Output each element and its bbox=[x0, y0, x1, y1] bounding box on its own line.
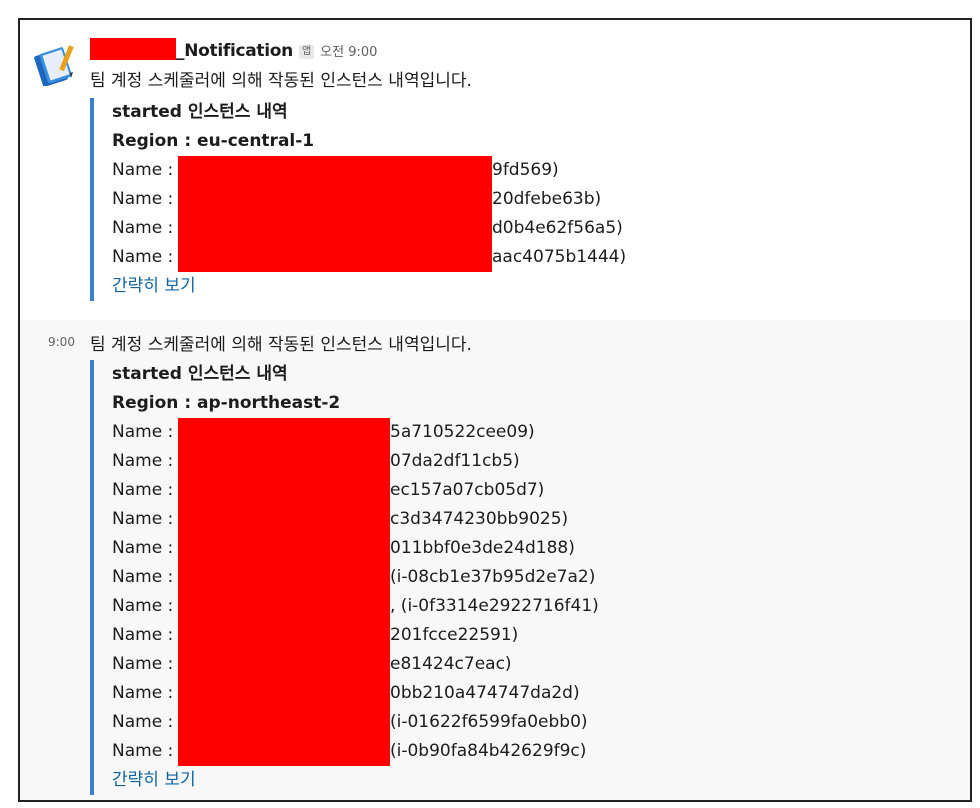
name-label: Name : bbox=[112, 422, 174, 442]
slack-message-pane: _Notification 앱 오전 9:00 팀 계정 스케줄러에 의해 작동된 … bbox=[18, 18, 972, 802]
redacted-instance-name bbox=[178, 214, 492, 243]
message-time[interactable]: 9:00 bbox=[48, 335, 75, 349]
instance-row: Name : (i-08cb1e37b95d2e7a2) bbox=[112, 563, 950, 592]
instance-id: c3d3474230bb9025) bbox=[390, 509, 569, 529]
instance-row: Name : (i-0b90fa84b42629f9c) bbox=[112, 737, 950, 766]
instance-id: 0bb210a474747da2d) bbox=[390, 683, 580, 703]
attachment: started 인스턴스 내역 Region : eu-central-1 Na… bbox=[90, 98, 950, 301]
name-label: Name : bbox=[112, 247, 174, 267]
name-label: Name : bbox=[112, 451, 174, 471]
redacted-instance-name bbox=[178, 621, 390, 650]
instance-id: 5a710522cee09) bbox=[390, 422, 535, 442]
instance-row: Name : , (i-0f3314e2922716f41) bbox=[112, 592, 950, 621]
instance-id: 201fcce22591) bbox=[390, 625, 519, 645]
redacted-instance-name bbox=[178, 563, 390, 592]
message-timestamp[interactable]: 오전 9:00 bbox=[320, 45, 377, 60]
instance-id: (i-08cb1e37b95d2e7a2) bbox=[390, 567, 596, 587]
name-label: Name : bbox=[112, 538, 174, 558]
redacted-instance-name bbox=[178, 476, 390, 505]
instance-id: 011bbf0e3de24d188) bbox=[390, 538, 575, 558]
message-text: 팀 계정 스케줄러에 의해 작동된 인스턴스 내역입니다. bbox=[90, 71, 472, 91]
message-1: _Notification 앱 오전 9:00 팀 계정 스케줄러에 의해 작동된 … bbox=[20, 20, 970, 320]
instance-row: Name : 011bbf0e3de24d188) bbox=[112, 534, 950, 563]
instance-id: , (i-0f3314e2922716f41) bbox=[390, 596, 599, 616]
redacted-instance-name bbox=[178, 708, 390, 737]
instance-row: Name : e81424c7eac) bbox=[112, 650, 950, 679]
redacted-sender-prefix bbox=[90, 38, 176, 60]
attachment-title: started 인스턴스 내역 bbox=[112, 102, 288, 122]
redacted-instance-name bbox=[178, 679, 390, 708]
sender-row: _Notification 앱 오전 9:00 bbox=[90, 38, 377, 62]
instance-row: Name : 5a710522cee09) bbox=[112, 418, 950, 447]
instance-row: Name : 9fd569) bbox=[112, 156, 950, 185]
name-label: Name : bbox=[112, 683, 174, 703]
attachment-region: Region : eu-central-1 bbox=[112, 131, 315, 151]
message-text-2: 팀 계정 스케줄러에 의해 작동된 인스턴스 내역입니다. bbox=[90, 335, 472, 355]
show-less-link-2[interactable]: 간략히 보기 bbox=[112, 770, 196, 790]
app-badge: 앱 bbox=[298, 45, 315, 59]
instance-id: 07da2df11cb5) bbox=[390, 451, 520, 471]
sender-name[interactable]: _Notification bbox=[176, 41, 293, 61]
redacted-instance-name bbox=[178, 243, 492, 272]
name-label: Name : bbox=[112, 160, 174, 180]
name-label: Name : bbox=[112, 741, 174, 761]
instance-id: 9fd569) bbox=[492, 160, 559, 180]
instance-row: Name : d0b4e62f56a5) bbox=[112, 214, 950, 243]
redacted-instance-name bbox=[178, 592, 390, 621]
show-less-link[interactable]: 간략히 보기 bbox=[112, 276, 196, 296]
redacted-instance-name bbox=[178, 418, 390, 447]
instance-id: (i-01622f6599fa0ebb0) bbox=[390, 712, 588, 732]
redacted-instance-name bbox=[178, 185, 492, 214]
redacted-instance-name bbox=[178, 447, 390, 476]
instance-id: ec157a07cb05d7) bbox=[390, 480, 545, 500]
instance-row: Name : c3d3474230bb9025) bbox=[112, 505, 950, 534]
attachment-region-2: Region : ap-northeast-2 bbox=[112, 393, 341, 413]
instance-id: e81424c7eac) bbox=[390, 654, 512, 674]
instance-row: Name : aac4075b1444) bbox=[112, 243, 950, 272]
name-label: Name : bbox=[112, 596, 174, 616]
instance-id: 20dfebe63b) bbox=[492, 189, 602, 209]
instance-id: d0b4e62f56a5) bbox=[492, 218, 623, 238]
notebook-app-icon[interactable] bbox=[34, 42, 78, 87]
redacted-instance-name bbox=[178, 650, 390, 679]
instance-id: (i-0b90fa84b42629f9c) bbox=[390, 741, 587, 761]
name-label: Name : bbox=[112, 567, 174, 587]
name-label: Name : bbox=[112, 712, 174, 732]
redacted-instance-name bbox=[178, 505, 390, 534]
instance-row: Name : 0bb210a474747da2d) bbox=[112, 679, 950, 708]
redacted-instance-name bbox=[178, 534, 390, 563]
instance-id: aac4075b1444) bbox=[492, 247, 627, 267]
instance-row: Name : (i-01622f6599fa0ebb0) bbox=[112, 708, 950, 737]
instance-row: Name : 07da2df11cb5) bbox=[112, 447, 950, 476]
attachment-2: started 인스턴스 내역 Region : ap-northeast-2 … bbox=[90, 360, 950, 795]
instance-row: Name : 20dfebe63b) bbox=[112, 185, 950, 214]
name-label: Name : bbox=[112, 218, 174, 238]
name-label: Name : bbox=[112, 480, 174, 500]
redacted-instance-name bbox=[178, 737, 390, 766]
redacted-instance-name bbox=[178, 156, 492, 185]
name-label: Name : bbox=[112, 625, 174, 645]
name-label: Name : bbox=[112, 654, 174, 674]
attachment-title-2: started 인스턴스 내역 bbox=[112, 364, 288, 384]
name-label: Name : bbox=[112, 189, 174, 209]
name-label: Name : bbox=[112, 509, 174, 529]
instance-row: Name : 201fcce22591) bbox=[112, 621, 950, 650]
instance-row: Name : ec157a07cb05d7) bbox=[112, 476, 950, 505]
